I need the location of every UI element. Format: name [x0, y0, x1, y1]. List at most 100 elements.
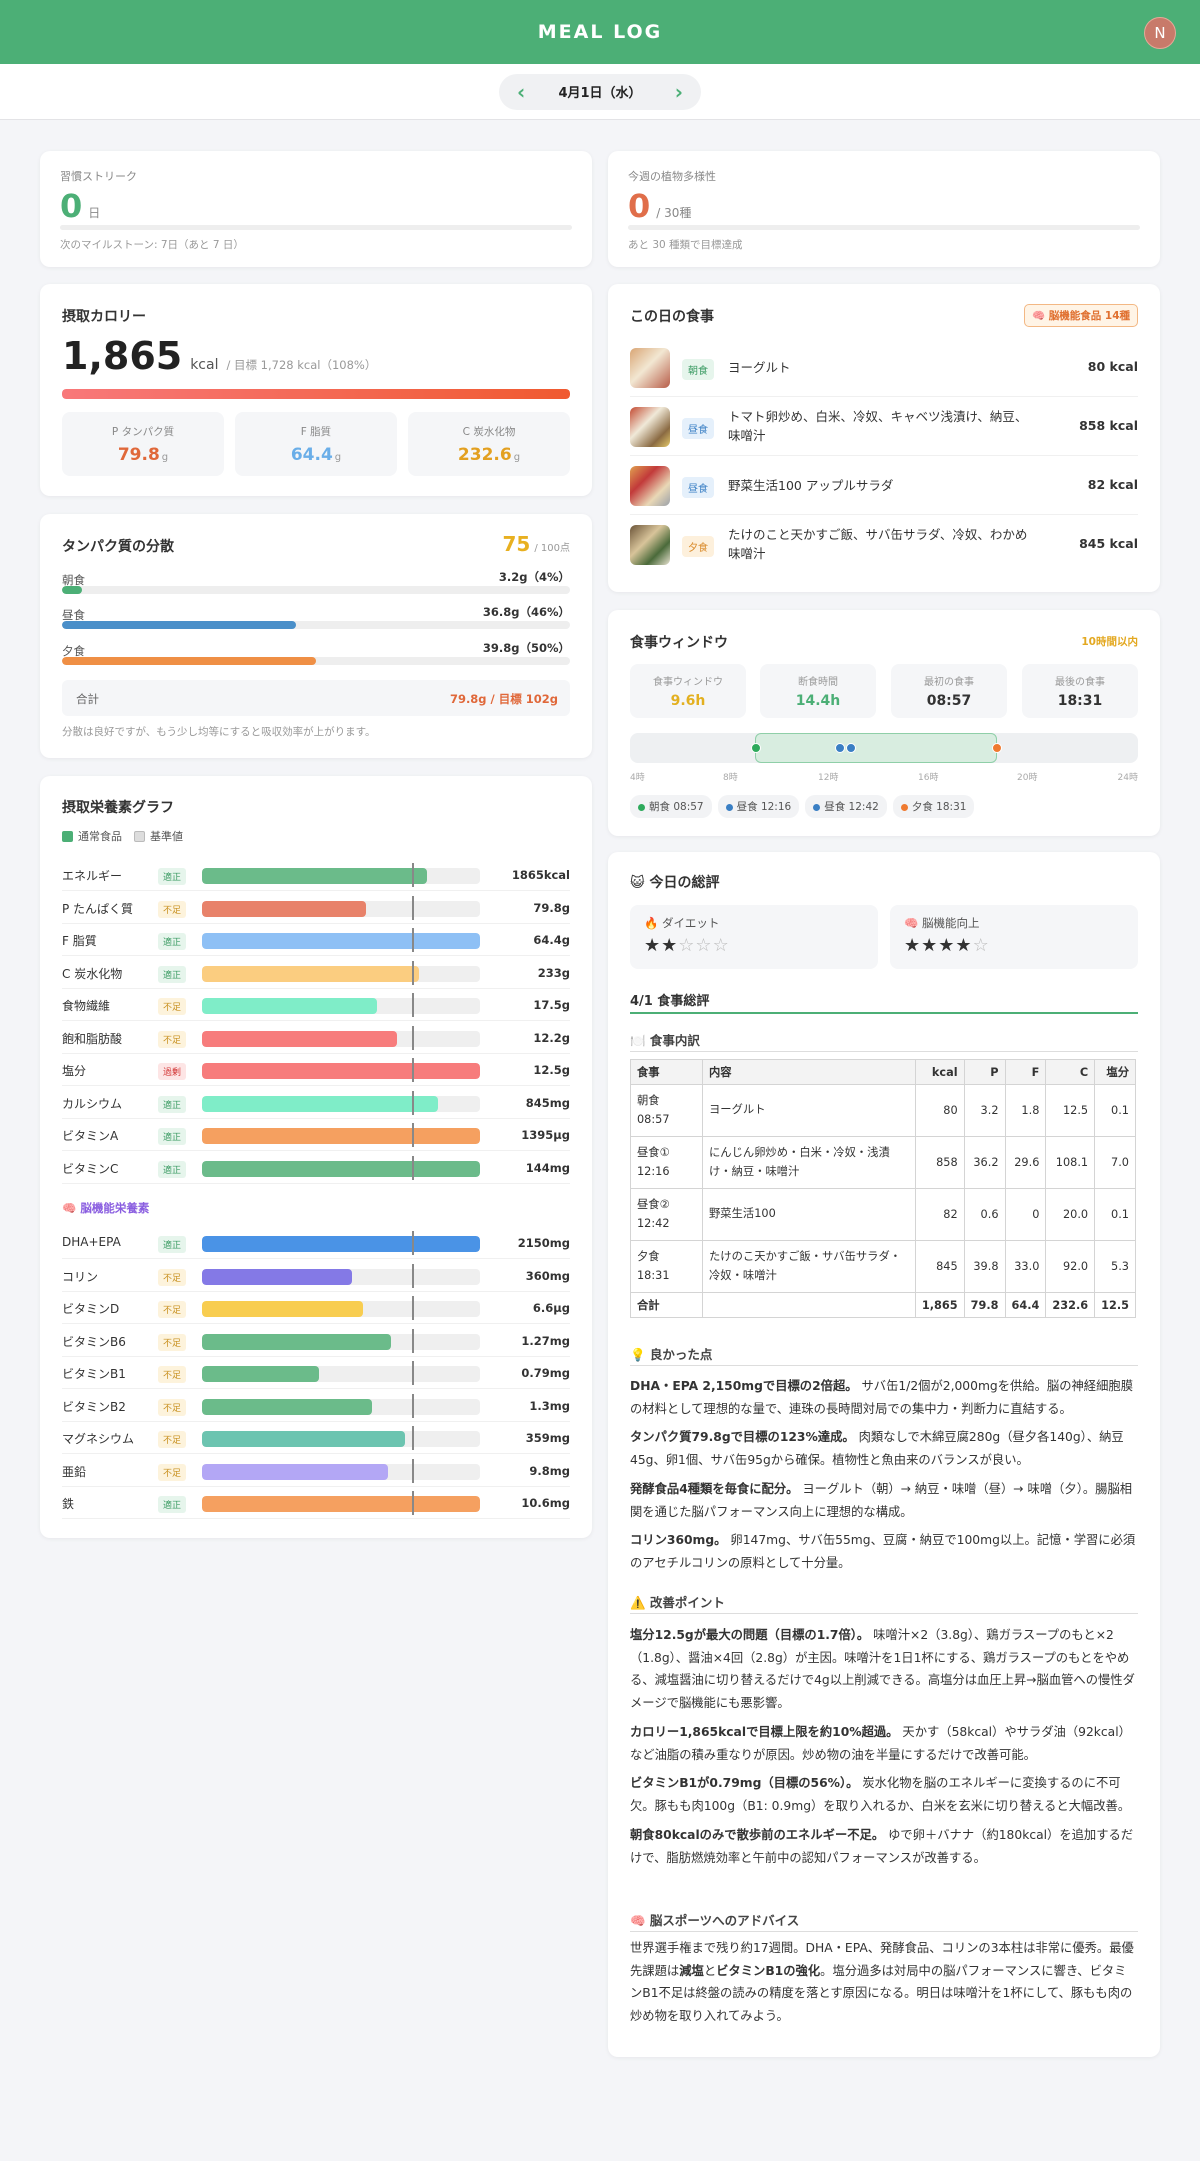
nutrient-name: カルシウム: [62, 1096, 123, 1111]
protein-total-box: 合計 79.8g / 目標 102g: [62, 680, 570, 716]
meal-photo: [630, 466, 670, 506]
nutrient-status-badge: 不足: [158, 1398, 187, 1416]
window-stat-fasting: 断食時間 14.4h: [760, 664, 876, 718]
nutrient-status-badge: 適正: [158, 1160, 187, 1178]
nutrient-name: 塩分: [62, 1064, 87, 1078]
nutrient-bar: [202, 1095, 480, 1112]
meal-row-lunch-1[interactable]: 昼食 トマト卵炒め、白米、冷奴、キャベツ浅漬け、納豆、味噌汁 858 kcal: [630, 398, 1138, 456]
rating-brain: 🧠 脳機能向上 ★★★★☆: [890, 905, 1138, 969]
window-badge: 10時間以内: [1081, 636, 1138, 648]
nutrient-bar: [202, 1398, 480, 1415]
nutrient-bar-fill: [202, 1496, 480, 1512]
nutrient-name: ビタミンC: [62, 1161, 119, 1176]
nutrient-status-badge: 適正: [158, 1236, 187, 1253]
reference-line: [412, 1491, 414, 1515]
user-avatar[interactable]: N: [1144, 17, 1176, 49]
nutrient-row: マグネシウム 不足 359mg: [62, 1422, 570, 1454]
reference-line: [412, 1090, 414, 1115]
star-filled-icon: ★: [938, 935, 956, 956]
timeline-track: [630, 733, 1138, 763]
nutrient-value: 359mg: [525, 1431, 570, 1445]
protein-row-breakfast: 朝食 3.2g（4%）: [62, 569, 570, 599]
nutrient-bar-fill: [202, 1463, 389, 1480]
nutrient-value: 2150mg: [517, 1236, 570, 1250]
nutrient-name: ビタミンB1: [62, 1367, 126, 1381]
nutrient-bar-fill: [202, 1398, 372, 1415]
nutrient-name: DHA+EPA: [62, 1235, 121, 1249]
meal-type-badge: 朝食: [682, 359, 714, 380]
meal-row-breakfast[interactable]: 朝食 ヨーグルト 80 kcal: [630, 339, 1138, 397]
review-paragraph: ビタミンB1が0.79mg（目標の56%）。 炭水化物を脳のエネルギーに変換する…: [630, 1776, 1131, 1814]
meal-photo: [630, 348, 670, 388]
date-navigator: ‹ 4月1日（水） ›: [499, 73, 701, 110]
nutrient-status-badge: 不足: [158, 1431, 187, 1448]
macro-carbs: C 炭水化物 232.6 g: [408, 412, 570, 476]
nutrient-row: ビタミンA 適正 1395μg: [62, 1119, 570, 1151]
eating-window-card: 食事ウィンドウ 10時間以内 食事ウィンドウ 9.6h 断食時間 14.4h 最…: [608, 610, 1160, 836]
star-empty-icon: ☆: [712, 935, 730, 956]
nutrient-bar: [202, 1301, 480, 1317]
star-filled-icon: ★: [955, 935, 973, 956]
window-stat-duration: 食事ウィンドウ 9.6h: [630, 664, 746, 718]
meal-row-dinner[interactable]: 夕食 たけのこと天かすご飯、サバ缶サラダ、冷奴、わかめ味噌汁 845 kcal: [630, 516, 1138, 574]
macro-protein: P タンパク質 79.8 g: [62, 412, 224, 476]
brain-star-rating: ★★★★☆: [904, 935, 1124, 956]
diversity-unit: / 30種: [656, 206, 692, 220]
nutrient-bar: [202, 1496, 480, 1512]
reference-line: [412, 1263, 414, 1288]
reference-line: [412, 1458, 414, 1483]
current-date[interactable]: 4月1日（水）: [558, 82, 641, 101]
nutrient-name: マグネシウム: [62, 1432, 135, 1446]
review-paragraph: 朝食80kcalのみで散歩前のエネルギー不足。 ゆで卵＋バナナ（約180kcal…: [630, 1827, 1134, 1865]
streak-unit: 日: [88, 206, 101, 220]
calorie-progress-bar: [62, 389, 570, 399]
nutrient-bar-fill: [202, 1030, 397, 1047]
next-day-button[interactable]: ›: [675, 82, 683, 102]
reference-line: [412, 1361, 414, 1385]
nutrient-name: C 炭水化物: [62, 966, 123, 981]
nutrient-value: 1.27mg: [521, 1333, 570, 1348]
nutrient-value: 360mg: [525, 1268, 570, 1283]
reference-line: [412, 863, 414, 887]
reference-line: [412, 928, 414, 952]
nutrient-bar-fill: [202, 933, 480, 949]
chip-breakfast: 朝食 08:57: [630, 795, 712, 818]
meal-name: ヨーグルト: [728, 359, 791, 375]
macro-fat: F 脂質 64.4 g: [235, 412, 397, 476]
advice-title: 🧠 脳スポーツへのアドバイス: [630, 1913, 800, 1928]
meal-kcal: 82 kcal: [1087, 477, 1138, 492]
meal-row-lunch-2[interactable]: 昼食 野菜生活100 アップルサラダ 82 kcal: [630, 457, 1138, 515]
nutrient-name: ビタミンB6: [62, 1334, 126, 1349]
review-title: 😺 今日の総評: [630, 875, 720, 891]
star-empty-icon: ☆: [678, 935, 696, 956]
review-paragraph: カロリー1,865kcalで目標上限を約10%超過。 天かす（58kcal）やサ…: [630, 1724, 1131, 1762]
nutrient-name: 食物繊維: [62, 999, 111, 1013]
reference-line: [412, 1231, 414, 1255]
nutrient-row: 鉄 適正 10.6mg: [62, 1487, 570, 1519]
nutrient-bar: [202, 965, 480, 982]
nutrient-value: 144mg: [525, 1160, 570, 1175]
nutrient-bar: [202, 1333, 480, 1350]
nutrient-value: 9.8mg: [529, 1463, 570, 1478]
streak-card: 習慣ストリーク 0 日 次のマイルストーン: 7日（あと 7 日）: [40, 151, 592, 267]
nutrient-status-badge: 適正: [158, 1095, 187, 1113]
star-filled-icon: ★: [644, 935, 662, 956]
review-paragraph: 塩分12.5gが最大の問題（目標の1.7倍）。 味噌汁×2（3.8g）、鶏ガラス…: [630, 1628, 1135, 1711]
meal-photo: [630, 525, 670, 565]
nutrient-name: エネルギー: [62, 869, 123, 883]
window-title: 食事ウィンドウ: [630, 635, 728, 651]
nutrient-row: 亜鉛 不足 9.8mg: [62, 1455, 570, 1487]
nutrient-status-badge: 不足: [158, 1030, 187, 1048]
nutrient-name: ビタミンB2: [62, 1399, 126, 1414]
prev-day-button[interactable]: ‹: [517, 82, 525, 102]
calorie-target: / 目標 1,728 kcal（108%）: [226, 358, 377, 372]
nutrient-bar: [202, 933, 480, 949]
reference-line: [412, 1155, 414, 1180]
nutrient-row: ビタミンB1 不足 0.79mg: [62, 1357, 570, 1389]
legend-normal-swatch: [62, 830, 73, 842]
nutrient-name: ビタミンA: [62, 1129, 119, 1143]
nutrient-row: 塩分 過剰 12.5g: [62, 1054, 570, 1086]
calorie-title: 摂取カロリー: [62, 309, 146, 325]
reference-line: [412, 1393, 414, 1418]
meal-type-badge: 夕食: [682, 536, 714, 557]
